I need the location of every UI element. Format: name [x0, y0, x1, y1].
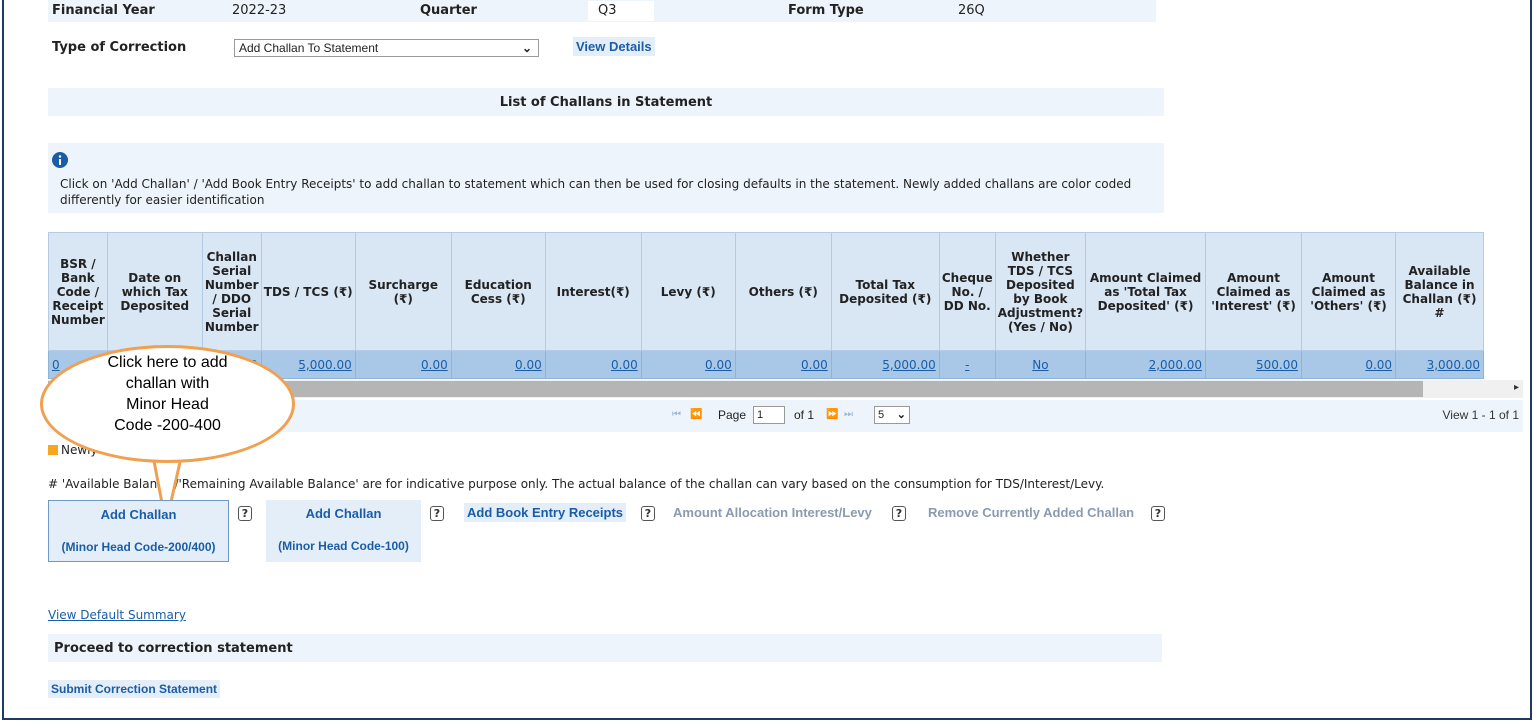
col-levy: Levy (₹)	[640, 232, 736, 351]
proceed-label: Proceed to correction statement	[54, 641, 293, 656]
page-label: Page	[718, 408, 747, 422]
add-book-entry-button[interactable]: Add Book Entry Receipts	[464, 503, 627, 522]
table-header-row: BSR / Bank Code / Receipt Number Date on…	[48, 232, 1485, 351]
chevron-down-icon: ⌄	[521, 41, 532, 55]
cell-available-balance[interactable]: 3,000.00	[1395, 350, 1485, 379]
add-challan-200-400-button[interactable]: Add Challan (Minor Head Code-200/400)	[48, 500, 229, 562]
col-cheque-no: Cheque No. / DD No.	[938, 232, 996, 351]
page-count: of 1	[794, 408, 815, 422]
info-icon	[52, 152, 68, 168]
page-number-input[interactable]: 1	[753, 406, 785, 424]
first-page-icon[interactable]: ⏮	[672, 409, 681, 420]
correction-type-label: Type of Correction	[52, 40, 187, 55]
add-challan-100-label: Add Challan	[305, 506, 382, 521]
form-type-label: Form Type	[788, 3, 864, 18]
chevron-down-icon: ⌄	[896, 409, 906, 421]
callout-line: Code -200-400	[114, 417, 221, 434]
info-text: Click on 'Add Challan' / 'Add Book Entry…	[60, 177, 1132, 207]
add-challan-200-400-sublabel: (Minor Head Code-200/400)	[61, 540, 216, 554]
quarter-label: Quarter	[420, 3, 477, 18]
add-challan-200-400-label: Add Challan	[100, 507, 177, 522]
cell-education-cess[interactable]: 0.00	[450, 350, 546, 379]
cell-surcharge[interactable]: 0.00	[354, 350, 452, 379]
correction-type-selected: Add Challan To Statement	[239, 41, 379, 55]
col-others: Others (₹)	[734, 232, 832, 351]
col-challan-serial: Challan Serial Number / DDO Serial Numbe…	[201, 232, 262, 351]
col-claimed-others: Amount Claimed as 'Others' (₹)	[1301, 232, 1397, 351]
rows-per-page-select[interactable]: 5 ⌄	[874, 406, 910, 424]
col-surcharge: Surcharge (₹)	[354, 232, 452, 351]
cell-total-tax[interactable]: 5,000.00	[830, 350, 940, 379]
amount-allocation-button[interactable]: Amount Allocation Interest/Levy	[673, 505, 872, 520]
help-icon[interactable]: ?	[641, 506, 655, 521]
callout-line: Minor Head	[126, 396, 209, 413]
col-bsr-code: BSR / Bank Code / Receipt Number	[48, 232, 108, 351]
help-icon[interactable]: ?	[892, 506, 906, 521]
view-count-text: View 1 - 1 of 1	[1442, 408, 1520, 422]
quarter-value: Q3	[588, 1, 654, 21]
add-challan-100-button[interactable]: Add Challan (Minor Head Code-100)	[266, 500, 421, 562]
view-details-button[interactable]: View Details	[573, 37, 655, 56]
col-interest: Interest(₹)	[544, 232, 642, 351]
cell-others[interactable]: 0.00	[734, 350, 832, 379]
col-claimed-interest: Amount Claimed as 'Interest' (₹)	[1205, 232, 1303, 351]
help-icon[interactable]: ?	[1151, 506, 1165, 521]
cell-cheque-no[interactable]: -	[938, 350, 996, 379]
add-challan-100-sublabel: (Minor Head Code-100)	[278, 539, 409, 553]
callout-line: Click here to add	[107, 354, 228, 371]
prev-page-icon[interactable]: ⏪	[690, 409, 702, 420]
callout-text: Click here to add challan with Minor Hea…	[60, 352, 275, 436]
last-page-icon[interactable]: ⏭	[844, 409, 853, 420]
view-default-summary-link[interactable]: View Default Summary	[48, 608, 186, 622]
submit-correction-button[interactable]: Submit Correction Statement	[48, 680, 221, 698]
cell-claimed-interest[interactable]: 500.00	[1205, 350, 1303, 379]
remove-challan-button[interactable]: Remove Currently Added Challan	[928, 505, 1134, 520]
help-icon[interactable]: ?	[430, 506, 444, 521]
financial-year-label: Financial Year	[52, 3, 155, 18]
cell-claimed-total[interactable]: 2,000.00	[1085, 350, 1207, 379]
col-total-tax: Total Tax Deposited (₹)	[830, 232, 940, 351]
col-available-balance: Available Balance in Challan (₹) #	[1395, 232, 1485, 351]
correction-type-select[interactable]: Add Challan To Statement ⌄	[234, 39, 539, 57]
form-type-value: 26Q	[958, 3, 985, 18]
cell-book-adjustment[interactable]: No	[994, 350, 1087, 379]
col-tds-tcs: TDS / TCS (₹)	[260, 232, 356, 351]
legend-swatch	[48, 445, 58, 455]
col-claimed-total: Amount Claimed as 'Total Tax Deposited' …	[1085, 232, 1207, 351]
financial-year-value: 2022-23	[232, 3, 287, 18]
help-icon[interactable]: ?	[238, 506, 252, 521]
cell-levy[interactable]: 0.00	[640, 350, 736, 379]
scroll-right-arrow-icon[interactable]: ▸	[1514, 382, 1519, 393]
cell-interest[interactable]: 0.00	[544, 350, 642, 379]
next-page-icon[interactable]: ⏩	[826, 409, 838, 420]
col-education-cess: Education Cess (₹)	[450, 232, 546, 351]
list-title: List of Challans in Statement	[499, 95, 713, 110]
col-deposit-date: Date on which Tax Deposited	[106, 232, 203, 351]
cell-claimed-others[interactable]: 0.00	[1301, 350, 1397, 379]
rows-per-page-value: 5	[878, 409, 885, 421]
callout-line: challan with	[125, 375, 210, 392]
col-book-adjustment: Whether TDS / TCS Deposited by Book Adju…	[994, 232, 1087, 351]
